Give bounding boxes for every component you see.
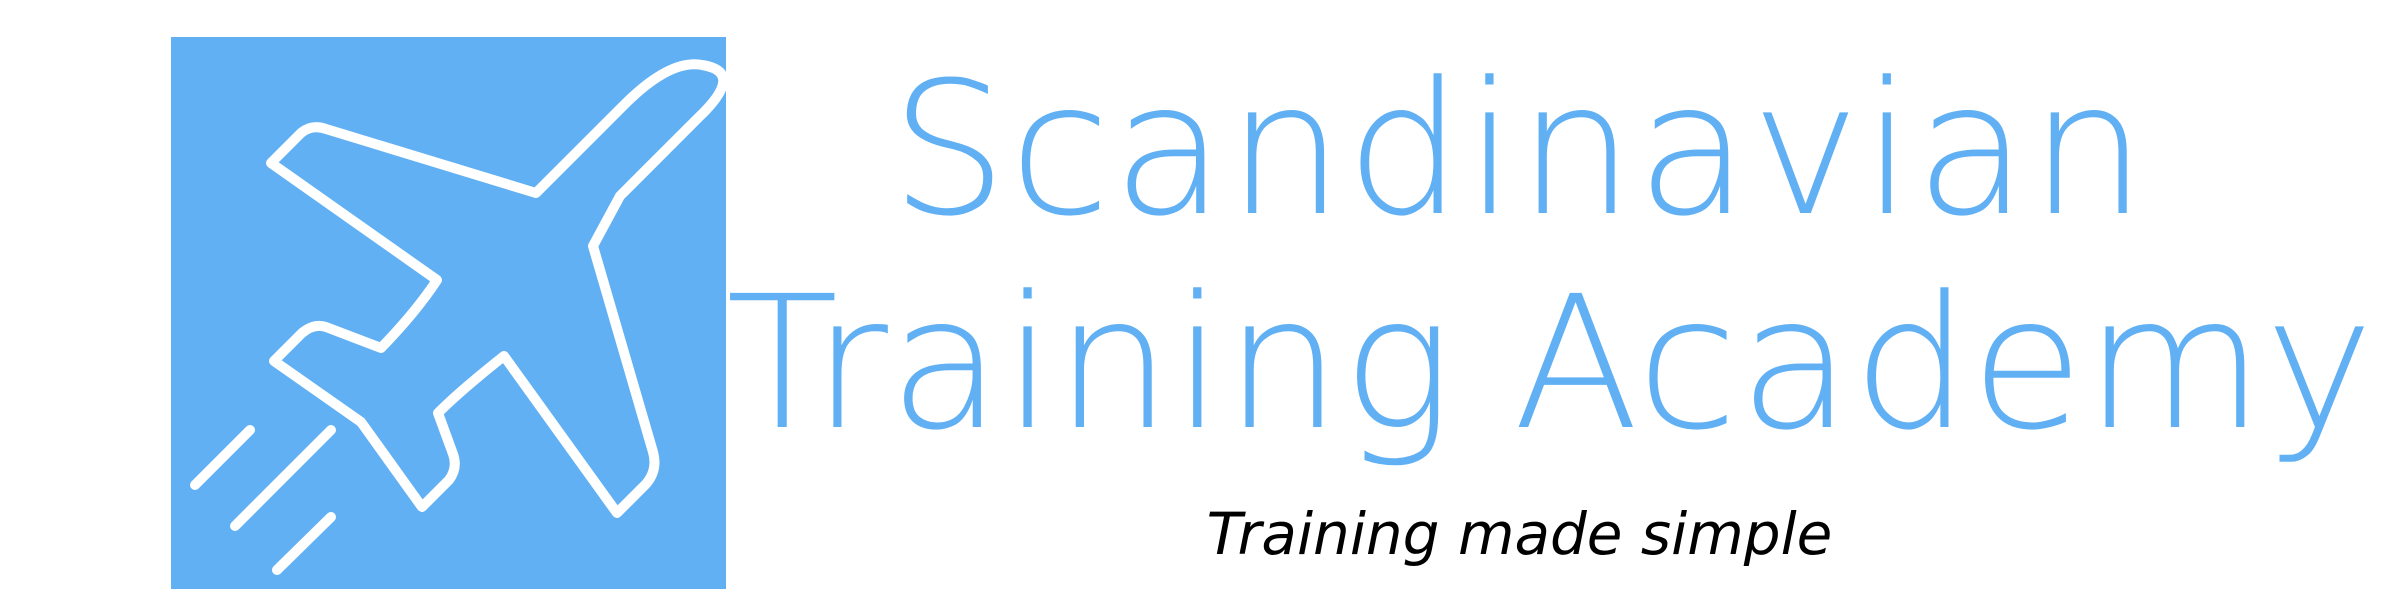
brand-name-line-1: Scandinavian (890, 43, 2149, 257)
logo-mark (171, 37, 726, 589)
airplane-icon (190, 59, 726, 575)
brand-name-line-2: Training Academy (726, 257, 2375, 471)
tagline: Training made simple (1206, 500, 1833, 568)
